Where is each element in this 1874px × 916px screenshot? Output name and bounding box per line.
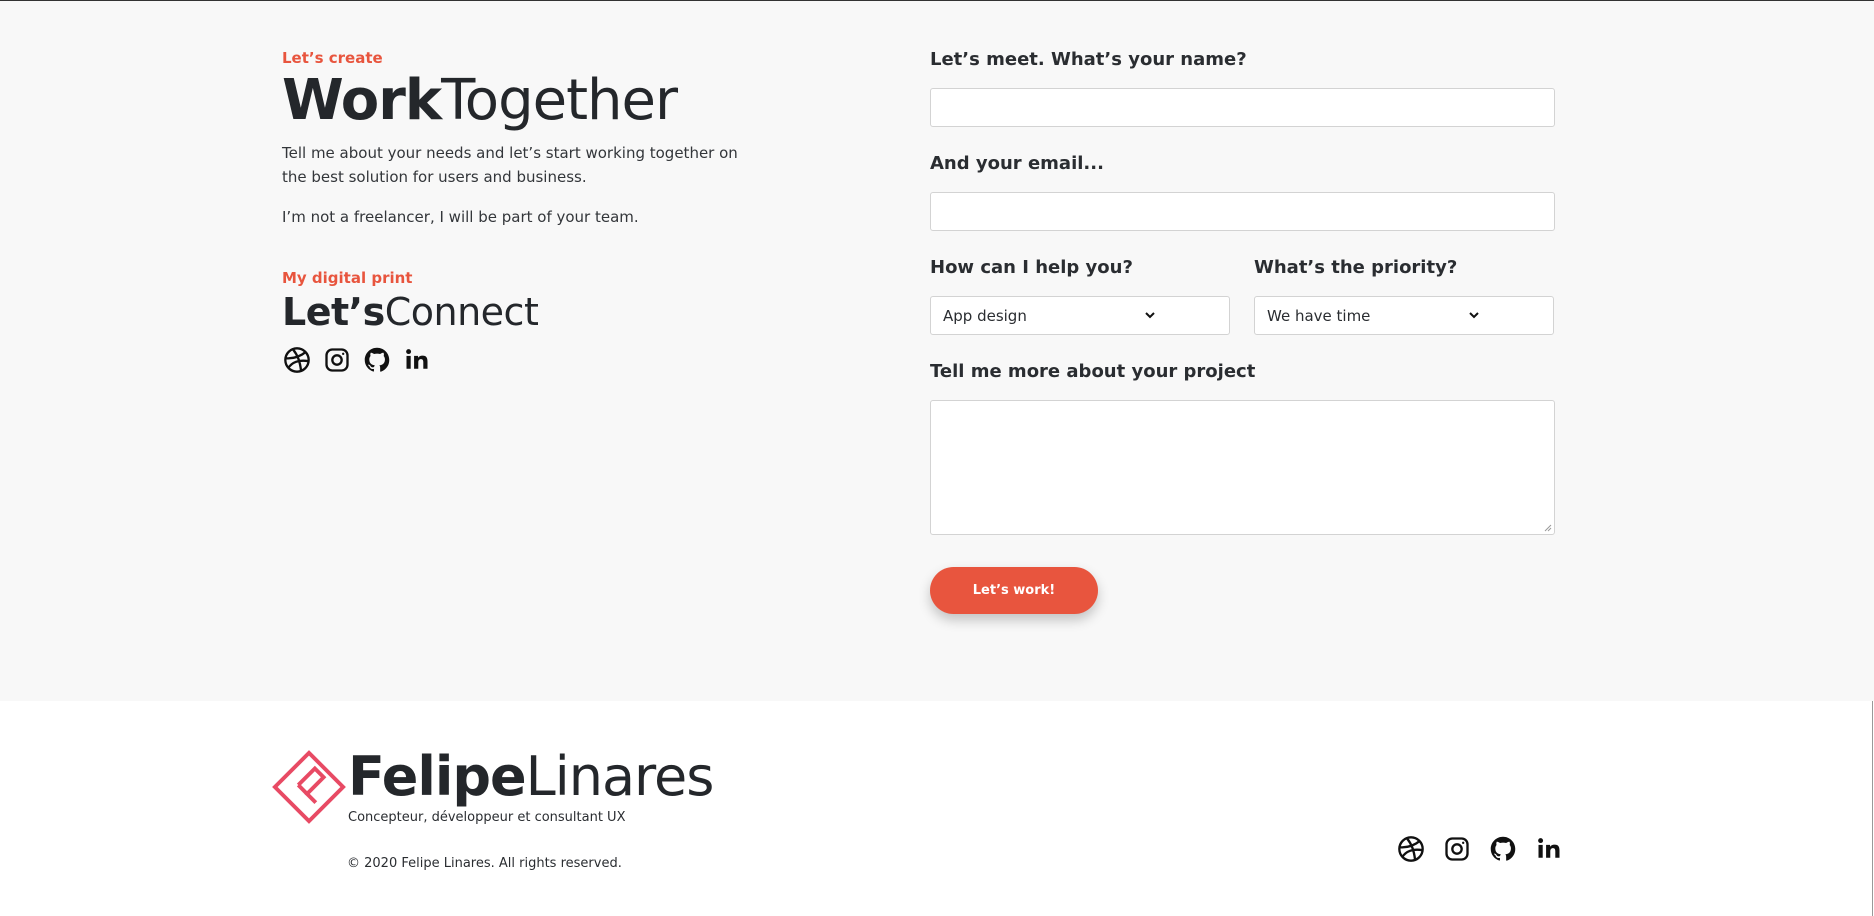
scrollbar-edge [1872, 701, 1873, 916]
page-title: WorkTogether [282, 73, 742, 129]
dribbble-icon[interactable] [282, 345, 312, 375]
priority-selected-value: We have time [1267, 306, 1371, 325]
footer-social-links [1396, 834, 1564, 864]
logo-icon [272, 750, 346, 824]
project-label: Tell me more about your project [930, 361, 1256, 382]
note-text: I’m not a freelancer, I will be part of … [282, 208, 639, 226]
brand-name-bold: Felipe [348, 745, 527, 808]
brand-text: FelipeLinares Concepteur, développeur et… [348, 748, 714, 826]
dribbble-icon[interactable] [1396, 834, 1426, 864]
contact-intro: Let’s create WorkTogether Tell me about … [282, 49, 742, 375]
connect-title: Let’sConnect [282, 293, 742, 331]
help-label: How can I help you? [930, 257, 1133, 278]
copyright: © 2020 Felipe Linares. All rights reserv… [347, 856, 622, 871]
email-input[interactable] [930, 192, 1555, 231]
connect-bold: Let’s [282, 290, 385, 334]
github-icon[interactable] [1488, 834, 1518, 864]
brand-name: FelipeLinares [348, 750, 714, 804]
name-label: Let’s meet. What’s your name? [930, 49, 1247, 70]
linkedin-icon[interactable] [402, 345, 432, 375]
instagram-icon[interactable] [1442, 834, 1472, 864]
resize-grip-icon[interactable] [1542, 522, 1552, 532]
help-select[interactable]: App design [930, 296, 1230, 335]
email-label: And your email... [930, 153, 1104, 174]
connect-light: Connect [384, 290, 539, 334]
help-field: How can I help you? App design [930, 257, 1230, 335]
social-links [282, 345, 742, 375]
connect-eyebrow: My digital print [282, 269, 413, 287]
priority-select[interactable]: We have time [1254, 296, 1554, 335]
brand-name-light: Linares [525, 745, 715, 808]
select-row: How can I help you? App design What’s th… [930, 257, 1555, 335]
project-textarea[interactable] [930, 400, 1555, 535]
instagram-icon[interactable] [322, 345, 352, 375]
eyebrow-text: Let’s create [282, 49, 383, 67]
priority-label: What’s the priority? [1254, 257, 1458, 278]
contact-form: Let’s meet. What’s your name? And your e… [930, 49, 1555, 614]
submit-button[interactable]: Let’s work! [930, 567, 1098, 614]
chevron-down-icon [1469, 312, 1479, 319]
linkedin-icon[interactable] [1534, 834, 1564, 864]
title-bold: Work [282, 68, 442, 133]
priority-field: What’s the priority? We have time [1254, 257, 1554, 335]
chevron-down-icon [1145, 312, 1155, 319]
contact-section: Let’s create WorkTogether Tell me about … [0, 1, 1874, 701]
help-selected-value: App design [943, 306, 1027, 325]
intro-text: Tell me about your needs and let’s start… [282, 144, 738, 186]
github-icon[interactable] [362, 345, 392, 375]
brand: FelipeLinares Concepteur, développeur et… [270, 748, 714, 826]
site-footer: FelipeLinares Concepteur, développeur et… [0, 701, 1874, 916]
tagline: Concepteur, développeur et consultant UX [348, 810, 626, 825]
name-input[interactable] [930, 88, 1555, 127]
title-light: Together [441, 68, 678, 133]
